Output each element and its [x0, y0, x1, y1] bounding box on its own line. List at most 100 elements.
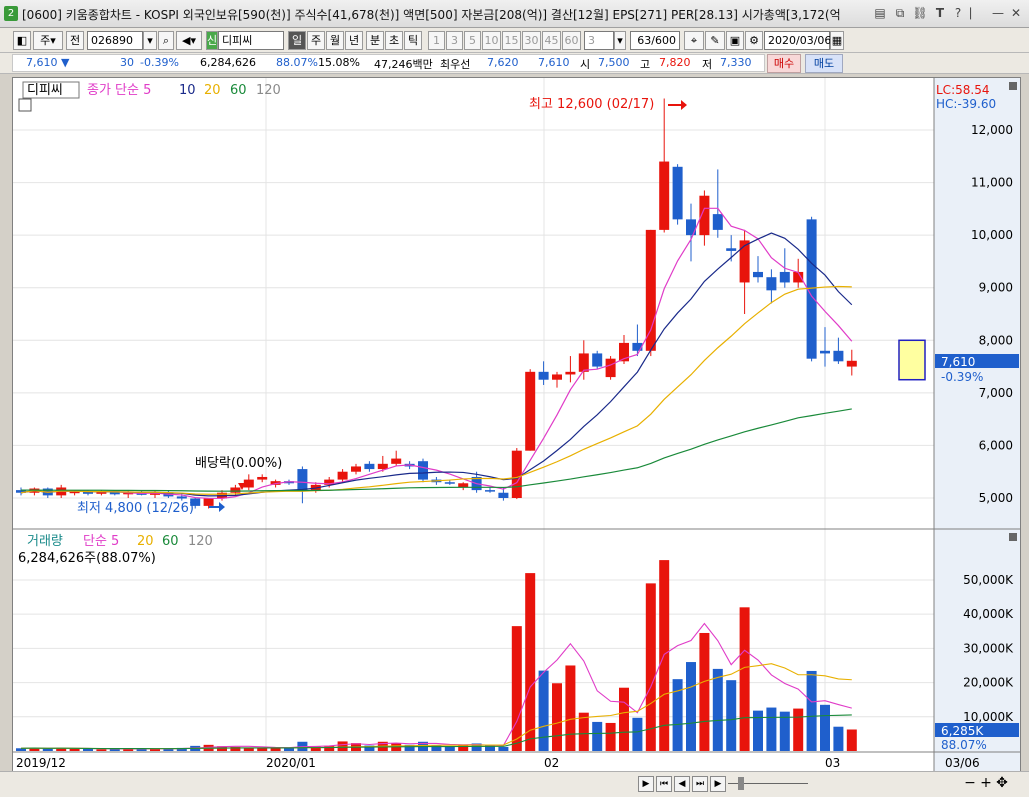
restore-icon[interactable]: ⧉: [892, 5, 908, 21]
save-icon[interactable]: ▣: [726, 31, 744, 50]
candle-body: [511, 450, 522, 498]
candle-body: [645, 229, 656, 351]
scroll-prev-icon[interactable]: ◀: [674, 776, 690, 792]
title-bar: 2 [0600] 키움종합차트 - KOSPI 외국인보유[590(천)] 주식…: [0, 0, 1029, 28]
code-dropdown-icon[interactable]: ▾: [143, 31, 157, 50]
interval-15[interactable]: 15: [502, 31, 521, 50]
move-icon[interactable]: ✥: [994, 776, 1010, 792]
volume-axis-tick-label: 50,000K: [963, 573, 1014, 587]
interval-1[interactable]: 1: [428, 31, 445, 50]
table-icon[interactable]: [18, 98, 32, 112]
price-axis-tick-label: 7,000: [979, 386, 1013, 400]
volume-legend-name: 거래량: [27, 534, 63, 549]
ma120-legend: 120: [256, 83, 281, 98]
close-icon[interactable]: ✕: [1008, 5, 1024, 21]
candle-body: [337, 471, 348, 480]
settings-icon[interactable]: ⚙: [745, 31, 763, 50]
period-week[interactable]: 주: [307, 31, 325, 50]
interval-60[interactable]: 60: [562, 31, 581, 50]
period-second[interactable]: 초: [385, 31, 403, 50]
volume-axis-tick-label: 40,000K: [963, 607, 1014, 621]
volume-bar: [444, 746, 455, 751]
volume-bar: [69, 748, 80, 751]
scroll-first-icon[interactable]: ⏮: [656, 776, 672, 792]
volume-bar: [511, 626, 522, 751]
low-price: 7,330: [720, 56, 752, 69]
current-price-tag-text: 7,610: [941, 355, 975, 369]
print-icon[interactable]: ▤: [872, 5, 888, 21]
price-axis-tick-label: 12,000: [971, 123, 1013, 137]
current-change-tag-text: -0.39%: [941, 370, 983, 384]
period-month[interactable]: 월: [326, 31, 344, 50]
sell-button[interactable]: 매도: [805, 54, 843, 73]
vma120-legend: 120: [188, 534, 213, 549]
volume-bar: [552, 683, 562, 751]
bar-count-field[interactable]: 63/600: [630, 31, 680, 50]
best-label: 최우선: [440, 58, 471, 71]
stock-name-field[interactable]: 디피씨: [218, 31, 284, 50]
market-select[interactable]: 주▾: [33, 31, 63, 50]
scroll-last-icon[interactable]: ⏭: [692, 776, 708, 792]
candle-body: [418, 461, 428, 480]
calendar-icon[interactable]: ▦: [830, 31, 844, 50]
help-icon[interactable]: ?: [950, 5, 966, 21]
volume-bar: [712, 668, 723, 751]
chart-svg[interactable]: 5,000 6,000 7,000 8,000 9,000 10,000 11,000 12,…: [13, 78, 1020, 771]
volume-bar: [833, 726, 844, 751]
candle-body: [766, 277, 777, 291]
panel-scroll-icon-top[interactable]: [1009, 82, 1017, 90]
draw-tool-icon[interactable]: ✎: [705, 31, 725, 50]
turnover-ratio: 15.08%: [318, 56, 360, 69]
period-year[interactable]: 년: [345, 31, 363, 50]
price-axis-tick-label: 11,000: [971, 176, 1013, 190]
date-input[interactable]: 2020/03/06: [764, 31, 831, 50]
chart-area[interactable]: 5,000 6,000 7,000 8,000 9,000 10,000 11,000 12,…: [12, 77, 1021, 772]
interval-custom-input[interactable]: 3: [584, 31, 614, 50]
interval-dropdown-icon[interactable]: ▾: [614, 31, 626, 50]
volume-bar: [632, 717, 643, 751]
volume-bar: [42, 748, 53, 751]
prev-button[interactable]: 전: [66, 31, 84, 50]
best-sell: 7,620: [487, 56, 519, 69]
interval-5[interactable]: 5: [464, 31, 481, 50]
search-icon[interactable]: ⌕: [158, 31, 174, 50]
scroll-right-icon[interactable]: ▶: [638, 776, 654, 792]
zoom-out-icon[interactable]: −: [962, 776, 978, 792]
minimize-icon[interactable]: —: [990, 5, 1006, 21]
ma10-legend: 10: [179, 83, 196, 98]
text-icon[interactable]: T: [932, 5, 948, 21]
interval-45[interactable]: 45: [542, 31, 561, 50]
stock-code-input[interactable]: 026890: [87, 31, 143, 50]
buy-button[interactable]: 매수: [767, 54, 801, 73]
period-day[interactable]: 일: [288, 31, 306, 50]
volume-bar: [525, 573, 536, 751]
bar-icon[interactable]: ⎸: [968, 5, 984, 21]
volume-bar: [806, 670, 817, 751]
candle-body: [672, 166, 683, 220]
volume-bar: [619, 687, 629, 751]
chart-layout-icon[interactable]: ◧: [13, 31, 31, 50]
interval-3[interactable]: 3: [446, 31, 463, 50]
candle-body: [485, 490, 495, 492]
link-icon[interactable]: ⛓: [912, 5, 928, 21]
high-price: 7,820: [659, 56, 691, 69]
price-legend-name: 디피씨: [27, 83, 63, 98]
period-tick[interactable]: 틱: [404, 31, 422, 50]
volume-bar: [739, 607, 750, 751]
candle-body: [176, 496, 187, 499]
x-label-jan: 2020/01: [266, 756, 316, 770]
interval-10[interactable]: 10: [482, 31, 501, 50]
high-annotation: 최고 12,600 (02/17): [529, 97, 654, 112]
crosshair-icon[interactable]: ⌖: [684, 31, 704, 50]
sound-icon[interactable]: ◀▾: [176, 31, 202, 50]
interval-30[interactable]: 30: [522, 31, 541, 50]
ma5-line: [20, 207, 853, 500]
volume-bar: [498, 746, 509, 751]
zoom-slider-thumb[interactable]: [738, 777, 744, 790]
panel-scroll-icon-bottom[interactable]: [1009, 533, 1017, 541]
period-minute[interactable]: 분: [366, 31, 384, 50]
vma20-legend: 20: [137, 534, 154, 549]
candle-body: [659, 161, 670, 230]
scroll-fwd-icon[interactable]: ▶: [710, 776, 726, 792]
zoom-in-icon[interactable]: +: [978, 776, 994, 792]
